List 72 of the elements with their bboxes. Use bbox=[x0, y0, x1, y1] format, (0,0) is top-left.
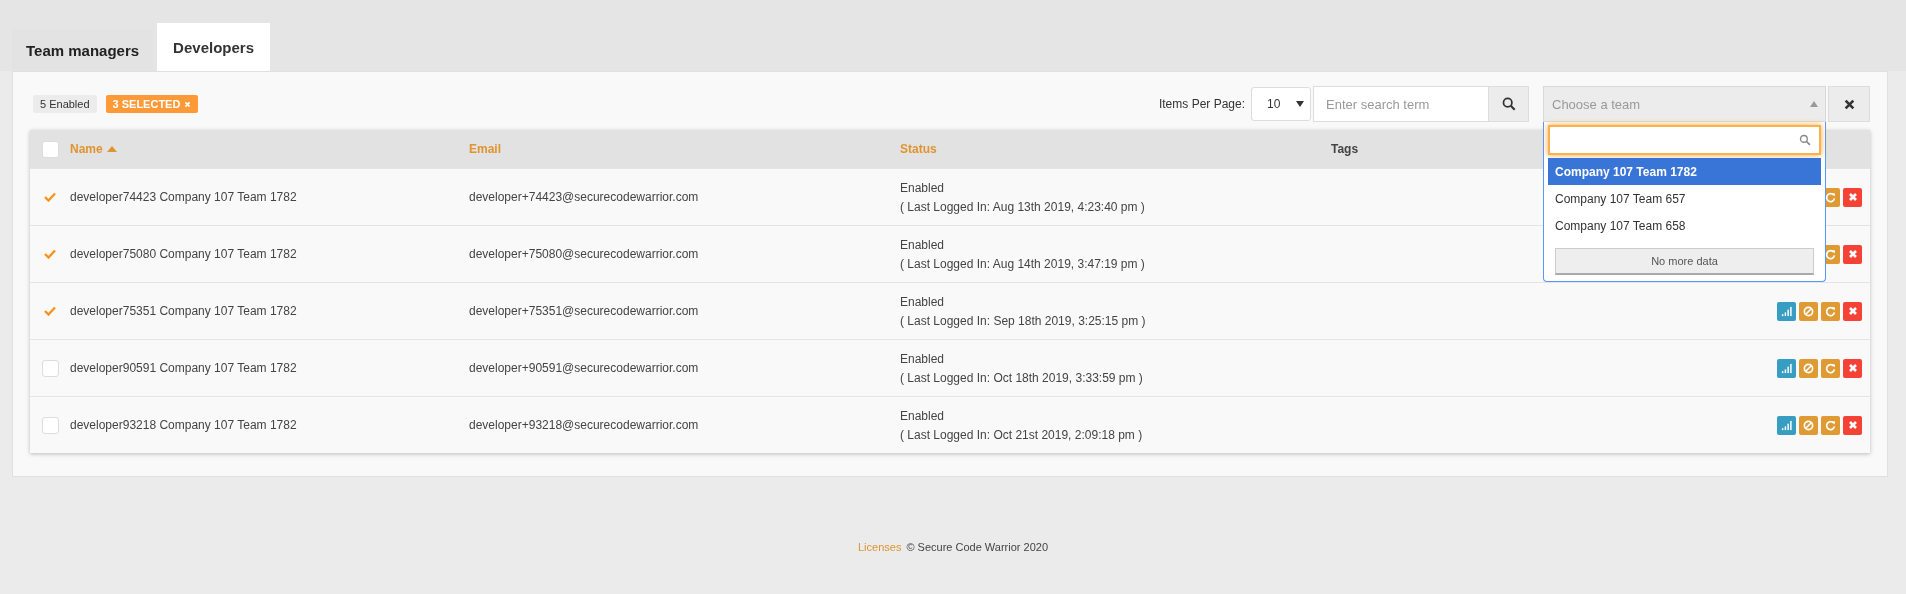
email-cell-text: developer+90591@securecodewarrior.com bbox=[469, 361, 700, 375]
stats-button[interactable] bbox=[1777, 301, 1796, 321]
status-text: Enabled bbox=[900, 180, 946, 195]
bars-icon bbox=[1781, 419, 1792, 431]
refresh-icon bbox=[1825, 362, 1836, 374]
ban-icon bbox=[1803, 362, 1814, 374]
search-field[interactable]: Enter search term bbox=[1313, 86, 1489, 122]
refresh-icon bbox=[1825, 419, 1836, 431]
delete-button[interactable] bbox=[1843, 415, 1862, 435]
stats-button[interactable] bbox=[1777, 415, 1796, 435]
status-text: Enabled bbox=[900, 408, 946, 423]
no-more-data-button[interactable]: No more data bbox=[1555, 248, 1814, 275]
items-per-page-select[interactable]: 10 bbox=[1251, 87, 1311, 121]
last-login-text: ( Last Logged In: Aug 14th 2019, 3:47:19 pm ) bbox=[900, 256, 1146, 271]
last-login-text: ( Last Logged In: Oct 18th 2019, 3:33:59 pm ) bbox=[900, 370, 1144, 385]
checkmark-icon[interactable] bbox=[44, 249, 56, 259]
name-cell-text: developer74423 Company 107 Team 1782 bbox=[70, 190, 298, 204]
search-button[interactable] bbox=[1489, 86, 1529, 122]
last-login-text: ( Last Logged In: Sep 18th 2019, 3:25:15 pm ) bbox=[900, 313, 1147, 328]
stats-button[interactable] bbox=[1777, 358, 1796, 378]
ban-icon bbox=[1803, 419, 1814, 431]
name-cell-text: developer93218 Company 107 Team 1782 bbox=[70, 418, 298, 432]
dropdown-search-field[interactable] bbox=[1548, 125, 1821, 155]
delete-button[interactable] bbox=[1843, 301, 1862, 321]
email-cell-text: developer+93218@securecodewarrior.com bbox=[469, 418, 700, 432]
items-per-page-label: Items Per Page: bbox=[1158, 97, 1245, 111]
delete-button[interactable] bbox=[1843, 187, 1862, 207]
name-cell-text: developer75080 Company 107 Team 1782 bbox=[70, 247, 298, 261]
search-icon bbox=[1501, 97, 1516, 111]
ban-icon bbox=[1803, 305, 1814, 317]
dropdown-option[interactable]: Company 107 Team 1782 bbox=[1548, 158, 1821, 185]
close-icon bbox=[1843, 98, 1855, 110]
dropdown-option[interactable]: Company 107 Team 657 bbox=[1548, 185, 1821, 212]
email-cell-text: developer+75080@securecodewarrior.com bbox=[469, 247, 700, 261]
select-all-checkbox[interactable] bbox=[41, 140, 59, 158]
last-login-text: ( Last Logged In: Oct 21st 2019, 2:09:18 pm ) bbox=[900, 427, 1144, 442]
checkmark-icon[interactable] bbox=[44, 192, 56, 202]
close-icon bbox=[1847, 249, 1858, 259]
close-icon bbox=[1847, 420, 1858, 430]
name-cell-text: developer90591 Company 107 Team 1782 bbox=[70, 361, 298, 375]
caret-icon bbox=[1296, 101, 1304, 107]
last-login-text: ( Last Logged In: Aug 13th 2019, 4:23:40 pm ) bbox=[900, 199, 1146, 214]
close-icon bbox=[184, 100, 192, 108]
row-checkbox[interactable] bbox=[41, 359, 59, 377]
row-checkbox[interactable] bbox=[41, 416, 59, 434]
delete-button[interactable] bbox=[1843, 244, 1862, 264]
delete-button[interactable] bbox=[1843, 358, 1862, 378]
bars-icon bbox=[1781, 305, 1792, 317]
status-text: Enabled bbox=[900, 351, 946, 366]
search-icon bbox=[1799, 134, 1811, 146]
name-cell-text: developer75351 Company 107 Team 1782 bbox=[70, 304, 298, 318]
refresh-icon bbox=[1825, 305, 1836, 317]
status-text: Enabled bbox=[900, 237, 946, 252]
dropdown-option[interactable]: Company 107 Team 658 bbox=[1548, 212, 1821, 239]
reset-button[interactable] bbox=[1821, 301, 1840, 321]
copyright-text: © Secure Code Warrior 2020 bbox=[906, 541, 1048, 553]
tab[interactable]: Developers bbox=[157, 23, 270, 71]
bars-icon bbox=[1781, 362, 1792, 374]
email-cell-text: developer+75351@securecodewarrior.com bbox=[469, 304, 700, 318]
reset-button[interactable] bbox=[1821, 415, 1840, 435]
clear-button[interactable] bbox=[1828, 86, 1870, 122]
block-button[interactable] bbox=[1799, 415, 1818, 435]
close-icon bbox=[1847, 306, 1858, 316]
email-cell-text: developer+74423@securecodewarrior.com bbox=[469, 190, 700, 204]
status-text: Enabled bbox=[900, 294, 946, 309]
block-button[interactable] bbox=[1799, 358, 1818, 378]
enabled-count-badge: 5 Enabled bbox=[33, 95, 97, 113]
reset-button[interactable] bbox=[1821, 358, 1840, 378]
block-button[interactable] bbox=[1799, 301, 1818, 321]
close-icon bbox=[1847, 192, 1858, 202]
checkmark-icon[interactable] bbox=[44, 306, 56, 316]
close-icon bbox=[1847, 363, 1858, 373]
